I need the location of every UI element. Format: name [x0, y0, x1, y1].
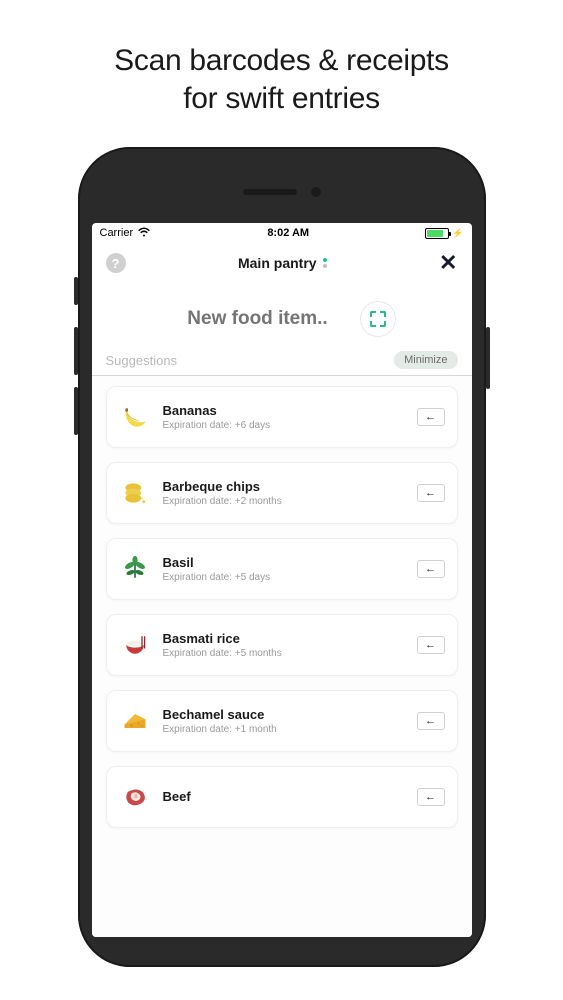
pantry-dots-icon	[323, 258, 327, 268]
food-name: Bananas	[163, 403, 405, 418]
arrow-left-icon: ←	[425, 715, 436, 727]
suggestions-label: Suggestions	[106, 353, 178, 368]
app-header: ? Main pantry ✕	[92, 243, 472, 283]
food-expiration: Expiration date: +2 months	[163, 496, 405, 507]
chips-icon	[119, 477, 151, 509]
list-item[interactable]: Bechamel sauce Expiration date: +1 month…	[106, 690, 458, 752]
status-left: Carrier	[100, 226, 152, 240]
battery-fill	[427, 230, 442, 237]
food-name: Basil	[163, 555, 405, 570]
food-info: Basmati rice Expiration date: +5 months	[163, 631, 405, 659]
food-expiration: Expiration date: +5 days	[163, 572, 405, 583]
phone-frame: Carrier 8:02 AM ⚡ ? Main pantry	[78, 147, 486, 967]
rice-bowl-icon	[119, 629, 151, 661]
add-item-button[interactable]: ←	[417, 560, 445, 578]
list-item[interactable]: Basmati rice Expiration date: +5 months …	[106, 614, 458, 676]
add-item-button[interactable]: ←	[417, 788, 445, 806]
add-item-button[interactable]: ←	[417, 712, 445, 730]
list-item[interactable]: Barbeque chips Expiration date: +2 month…	[106, 462, 458, 524]
phone-volume-up	[74, 327, 78, 375]
scan-icon	[370, 311, 386, 327]
scan-button[interactable]	[360, 301, 396, 337]
arrow-left-icon: ←	[425, 411, 436, 423]
food-expiration: Expiration date: +6 days	[163, 420, 405, 431]
status-right: ⚡	[425, 228, 463, 239]
suggestions-header: Suggestions Minimize	[92, 351, 472, 376]
clock: 8:02 AM	[267, 227, 309, 239]
arrow-left-icon: ←	[425, 487, 436, 499]
arrow-left-icon: ←	[425, 791, 436, 803]
promo-headline: Scan barcodes & receipts for swift entri…	[0, 0, 563, 147]
phone-notch	[92, 161, 472, 223]
list-item[interactable]: Bananas Expiration date: +6 days ←	[106, 386, 458, 448]
suggestions-list[interactable]: Bananas Expiration date: +6 days ← Barbe…	[92, 376, 472, 937]
banana-icon	[119, 401, 151, 433]
cheese-icon	[119, 705, 151, 737]
add-item-button[interactable]: ←	[417, 636, 445, 654]
charging-icon: ⚡	[452, 228, 463, 239]
list-item[interactable]: Basil Expiration date: +5 days ←	[106, 538, 458, 600]
page-title: Main pantry	[238, 255, 317, 271]
close-button[interactable]: ✕	[439, 250, 457, 276]
carrier-label: Carrier	[100, 227, 134, 239]
help-icon[interactable]: ?	[106, 253, 126, 273]
steak-icon	[119, 781, 151, 813]
add-item-button[interactable]: ←	[417, 408, 445, 426]
food-expiration: Expiration date: +1 month	[163, 724, 405, 735]
phone-power-button	[486, 327, 490, 389]
wifi-icon	[137, 226, 151, 240]
food-info: Bananas Expiration date: +6 days	[163, 403, 405, 431]
new-item-row	[92, 283, 472, 351]
basil-icon	[119, 553, 151, 585]
food-name: Barbeque chips	[163, 479, 405, 494]
phone-camera	[311, 187, 321, 197]
food-info: Barbeque chips Expiration date: +2 month…	[163, 479, 405, 507]
battery-icon	[425, 228, 449, 239]
promo-line-1: Scan barcodes & receipts	[114, 44, 449, 77]
phone-volume-down	[74, 387, 78, 435]
promo-line-2: for swift entries	[183, 82, 380, 115]
minimize-button[interactable]: Minimize	[394, 351, 457, 369]
food-expiration: Expiration date: +5 months	[163, 648, 405, 659]
list-item[interactable]: Beef ←	[106, 766, 458, 828]
food-info: Beef	[163, 789, 405, 806]
new-item-input[interactable]	[168, 308, 348, 330]
arrow-left-icon: ←	[425, 563, 436, 575]
phone-mute-switch	[74, 277, 78, 305]
food-info: Basil Expiration date: +5 days	[163, 555, 405, 583]
food-name: Beef	[163, 789, 405, 804]
header-title-wrap[interactable]: Main pantry	[238, 255, 327, 271]
food-name: Bechamel sauce	[163, 707, 405, 722]
arrow-left-icon: ←	[425, 639, 436, 651]
add-item-button[interactable]: ←	[417, 484, 445, 502]
food-info: Bechamel sauce Expiration date: +1 month	[163, 707, 405, 735]
food-name: Basmati rice	[163, 631, 405, 646]
phone-screen: Carrier 8:02 AM ⚡ ? Main pantry	[92, 223, 472, 937]
phone-speaker	[243, 189, 297, 195]
status-bar: Carrier 8:02 AM ⚡	[92, 223, 472, 243]
